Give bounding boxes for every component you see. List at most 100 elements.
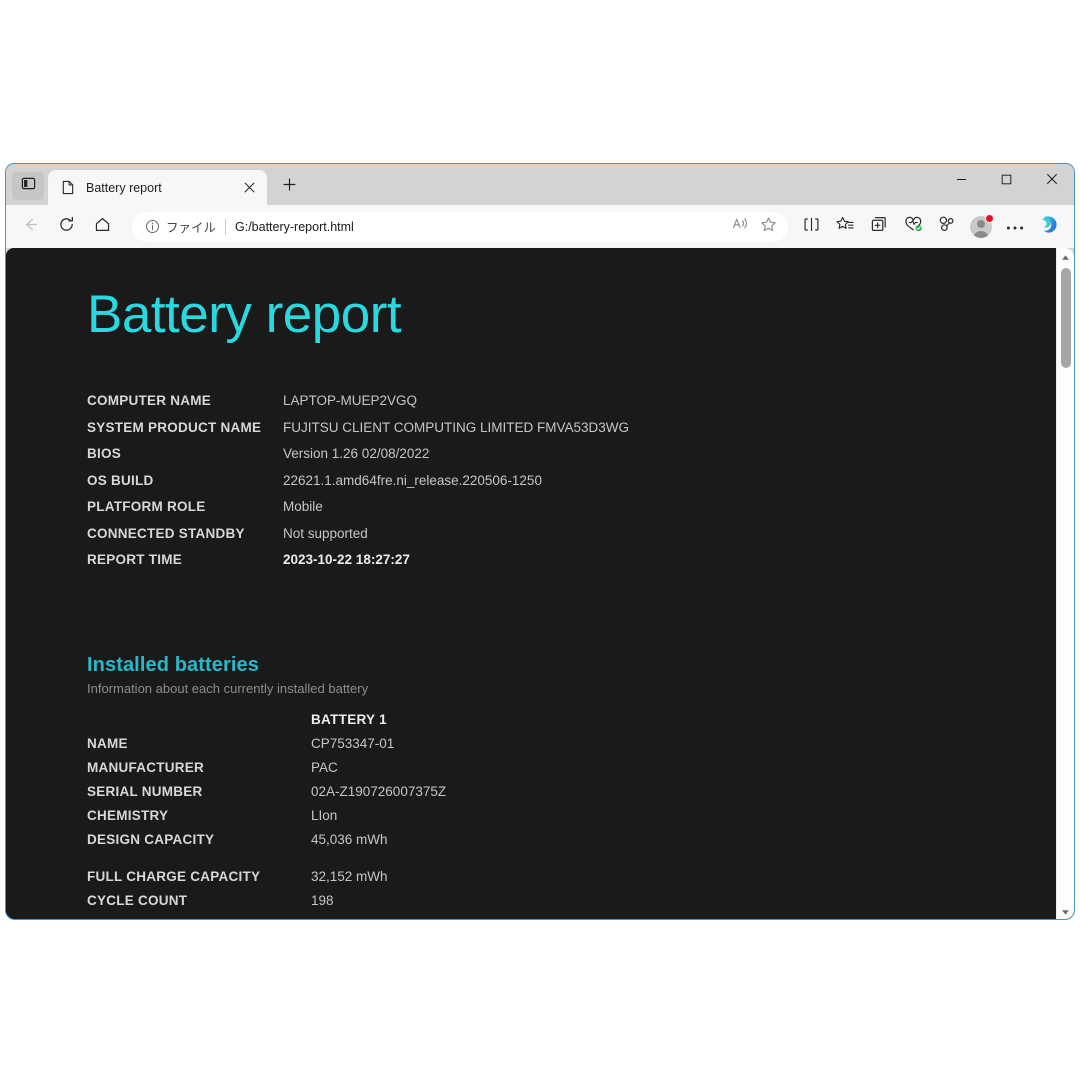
settings-and-more-button[interactable] (998, 211, 1032, 243)
tab-battery-report[interactable]: Battery report (48, 170, 267, 205)
system-info-label: PLATFORM ROLE (87, 499, 206, 515)
table-row: SYSTEM PRODUCT NAME FUJITSU CLIENT COMPU… (87, 420, 629, 447)
system-info-value: Mobile (283, 499, 323, 515)
maximize-icon (1001, 172, 1012, 190)
battery-row-value: 02A-Z190726007375Z (311, 783, 447, 799)
profile-button[interactable] (964, 211, 998, 243)
battery-row-label: DESIGN CAPACITY (87, 831, 215, 847)
info-circle-icon[interactable] (144, 219, 160, 235)
tab-actions-button[interactable] (12, 172, 44, 200)
close-button[interactable] (1029, 164, 1074, 197)
table-row: MANUFACTURER PAC (87, 760, 446, 784)
table-header-row: BATTERY 1 (87, 712, 446, 736)
battery-column-header: BATTERY 1 (311, 711, 387, 727)
browser-window: Battery report ファイル G:/battery-report.ht… (5, 163, 1075, 920)
system-info-value: Version 1.26 02/08/2022 (283, 446, 430, 462)
page-viewport: Battery report COMPUTER NAME LAPTOP-MUEP… (6, 248, 1074, 920)
favorites-star-list-icon (836, 215, 854, 238)
battery-row-value: 45,036 mWh (311, 831, 388, 847)
battery-row-value: LIon (311, 807, 338, 823)
scrollbar-thumb[interactable] (1061, 268, 1071, 368)
table-row: FULL CHARGE CAPACITY 32,152 mWh (87, 869, 446, 893)
favorites-button[interactable] (828, 211, 862, 243)
battery-row-value: 32,152 mWh (311, 868, 388, 884)
extensions-icon (938, 215, 956, 238)
close-icon (1046, 172, 1058, 190)
back-button[interactable] (14, 211, 46, 243)
copilot-button[interactable] (1032, 211, 1066, 243)
installed-batteries-table: BATTERY 1 NAME CP753347-01 MANUFACTURER … (87, 712, 446, 917)
battery-row-label: CHEMISTRY (87, 807, 169, 823)
browser-essentials-heart-icon (904, 215, 923, 238)
page-scrollbar[interactable] (1056, 248, 1074, 920)
battery-row-label: CYCLE COUNT (87, 892, 188, 908)
address-bar[interactable]: ファイル G:/battery-report.html (132, 211, 788, 242)
browser-extensions-button[interactable] (930, 211, 964, 243)
table-row: NAME CP753347-01 (87, 736, 446, 760)
table-row: REPORT TIME 2023-10-22 18:27:27 (87, 552, 629, 579)
system-info-label: OS BUILD (87, 472, 154, 488)
browser-essentials-button[interactable] (896, 211, 930, 243)
window-controls (939, 164, 1074, 197)
battery-row-value: CP753347-01 (311, 735, 395, 751)
refresh-icon (58, 216, 75, 238)
table-row: COMPUTER NAME LAPTOP-MUEP2VGQ (87, 393, 629, 420)
system-info-value: 2023-10-22 18:27:27 (283, 552, 410, 568)
document-icon (60, 180, 76, 196)
maximize-button[interactable] (984, 164, 1029, 197)
tab-actions-icon (21, 176, 36, 196)
scrollbar-up-button[interactable] (1057, 248, 1074, 265)
browser-toolbar: ファイル G:/battery-report.html (6, 205, 1074, 248)
refresh-button[interactable] (50, 211, 82, 243)
split-screen-button[interactable] (794, 211, 828, 243)
tab-strip: Battery report (6, 164, 1074, 205)
table-row: PLATFORM ROLE Mobile (87, 499, 629, 526)
battery-row-label: NAME (87, 735, 128, 751)
table-row: DESIGN CAPACITY 45,036 mWh (87, 832, 446, 869)
arrow-left-icon (22, 216, 39, 238)
avatar-head (977, 219, 985, 228)
collections-icon (870, 215, 888, 238)
empty-corner-cell (87, 712, 311, 736)
table-row: CONNECTED STANDBY Not supported (87, 526, 629, 553)
installed-batteries-section: Installed batteries Information about ea… (87, 654, 1056, 917)
home-icon (94, 216, 111, 238)
screen: Battery report ファイル G:/battery-report.ht… (0, 0, 1080, 1080)
battery-row-label: SERIAL NUMBER (87, 783, 203, 799)
battery-row-value: 198 (311, 892, 334, 908)
tab-title: Battery report (86, 180, 162, 195)
home-button[interactable] (86, 211, 118, 243)
section-heading: Installed batteries (87, 653, 259, 676)
add-favorite-button[interactable] (754, 214, 782, 240)
chevron-up-icon (1061, 248, 1070, 266)
read-aloud-button[interactable] (726, 214, 754, 240)
battery-row-label: MANUFACTURER (87, 759, 204, 775)
minimize-button[interactable] (939, 164, 984, 197)
table-row: CHEMISTRY LIon (87, 808, 446, 832)
system-info-label: BIOS (87, 446, 122, 462)
system-info-table: COMPUTER NAME LAPTOP-MUEP2VGQ SYSTEM PRO… (87, 393, 629, 579)
tab-close-button[interactable] (239, 178, 259, 198)
address-bar-actions (726, 214, 782, 240)
address-separator (225, 218, 227, 235)
address-scheme-label: ファイル (166, 221, 217, 235)
minimize-icon (956, 172, 967, 190)
split-screen-icon (803, 216, 820, 238)
system-info-value: FUJITSU CLIENT COMPUTING LIMITED FMVA53D… (283, 419, 630, 435)
system-info-label: SYSTEM PRODUCT NAME (87, 419, 262, 435)
avatar-body (973, 230, 989, 238)
collections-button[interactable] (862, 211, 896, 243)
system-info-value: 22621.1.amd64fre.ni_release.220506-1250 (283, 472, 542, 488)
read-aloud-icon (732, 216, 749, 237)
system-info-label: REPORT TIME (87, 552, 183, 568)
scrollbar-down-button[interactable] (1057, 903, 1074, 920)
battery-row-label: FULL CHARGE CAPACITY (87, 868, 261, 884)
new-tab-button[interactable] (275, 173, 303, 201)
table-row: SERIAL NUMBER 02A-Z190726007375Z (87, 784, 446, 808)
table-row: CYCLE COUNT 198 (87, 893, 446, 917)
chevron-down-icon (1061, 903, 1070, 920)
table-row: BIOS Version 1.26 02/08/2022 (87, 446, 629, 473)
system-info-value: Not supported (283, 525, 368, 541)
address-url-text[interactable]: G:/battery-report.html (235, 220, 726, 234)
section-subheading: Information about each currently install… (87, 680, 369, 696)
